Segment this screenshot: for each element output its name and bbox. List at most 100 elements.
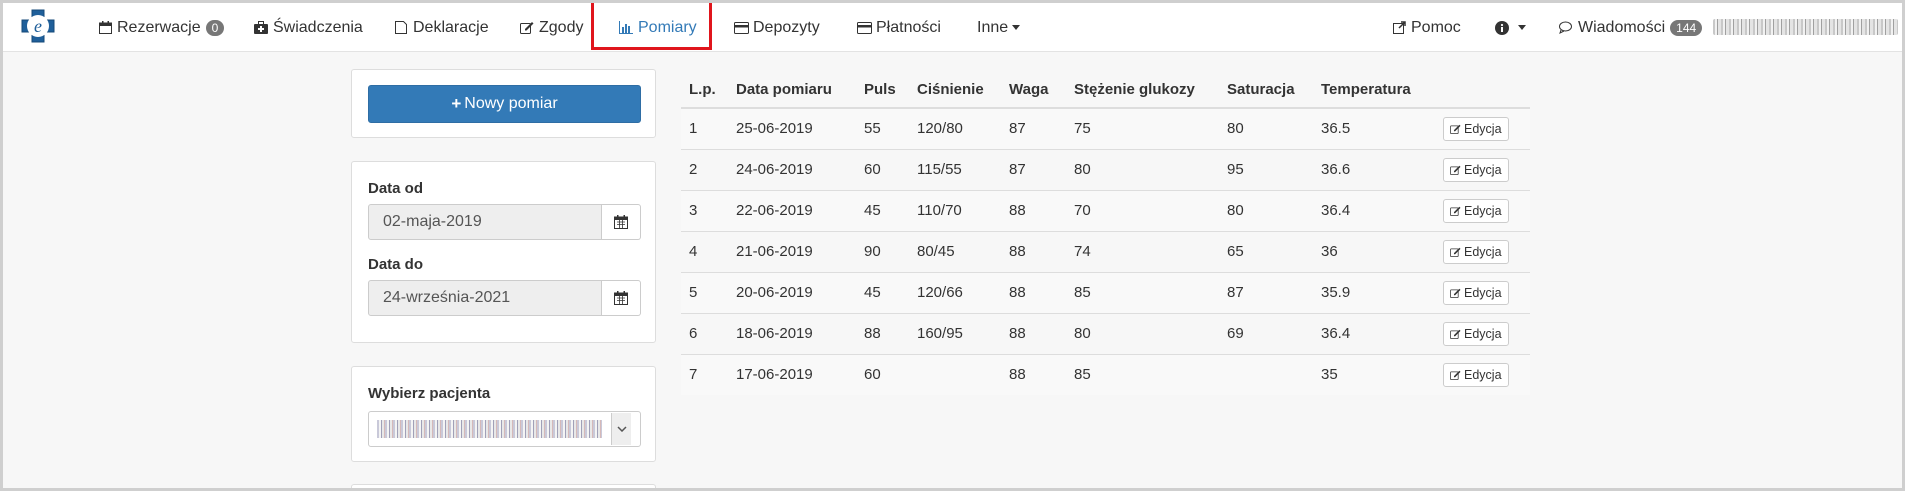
- edit-button-label: Edycja: [1464, 162, 1502, 177]
- edit-button[interactable]: Edycja: [1443, 157, 1509, 182]
- nav-platnosci[interactable]: Płatności: [856, 3, 941, 52]
- table-cell: 36.6: [1313, 148, 1435, 190]
- table-cell-actions: Edycja: [1435, 230, 1530, 272]
- table-cell: 80: [1066, 148, 1219, 190]
- edit-button[interactable]: Edycja: [1443, 280, 1509, 305]
- credit-card-icon: [856, 20, 872, 36]
- edit-icon: [1450, 206, 1461, 216]
- comments-icon: [1558, 20, 1574, 36]
- table-row: 7 17-06-2019 60 88 85 35 Edycja: [681, 353, 1530, 395]
- column-header: Puls: [856, 71, 909, 109]
- edit-button[interactable]: Edycja: [1443, 321, 1509, 346]
- date-to-calendar-button[interactable]: [602, 280, 641, 316]
- app-logo-icon[interactable]: e: [18, 8, 58, 48]
- table-cell: 65: [1219, 230, 1313, 272]
- column-header: [1435, 71, 1530, 109]
- table-cell: 90: [856, 230, 909, 272]
- nav-depozyty-label: Depozyty: [753, 18, 820, 36]
- reservations-count-badge: 0: [205, 19, 225, 36]
- external-link-icon: [1391, 20, 1407, 36]
- table-cell: 120/66: [909, 271, 1001, 313]
- table-cell: 88: [1001, 353, 1066, 395]
- nav-info-dropdown[interactable]: [1494, 3, 1526, 52]
- user-name-redacted[interactable]: [1713, 19, 1898, 35]
- table-cell: 35: [1313, 353, 1435, 395]
- table-cell: 22-06-2019: [728, 189, 856, 231]
- nav-zgody[interactable]: Zgody: [519, 3, 583, 52]
- table-cell: 45: [856, 271, 909, 313]
- table-cell: 69: [1219, 312, 1313, 354]
- calendar-icon: [614, 215, 628, 229]
- table-cell: 80: [1219, 107, 1313, 149]
- table-cell-actions: Edycja: [1435, 353, 1530, 395]
- edit-icon: [1450, 370, 1461, 380]
- caret-down-icon: [1518, 25, 1526, 30]
- column-header: Temperatura: [1313, 71, 1435, 109]
- top-navbar: e Rezerwacje 0 Świadczenia Deklaracje Zg…: [3, 3, 1902, 52]
- edit-button-label: Edycja: [1464, 121, 1502, 136]
- edit-icon: [1450, 288, 1461, 298]
- edit-button-label: Edycja: [1464, 367, 1502, 382]
- edit-button[interactable]: Edycja: [1443, 239, 1509, 264]
- new-measurement-label: Nowy pomiar: [464, 95, 558, 112]
- nav-swiadczenia-label: Świadczenia: [273, 18, 363, 36]
- table-row: 1 25-06-2019 55 120/80 87 75 80 36.5 Edycja: [681, 107, 1530, 149]
- table-cell: 70: [1066, 189, 1219, 231]
- caret-down-icon: [1012, 25, 1021, 30]
- table-cell: 21-06-2019: [728, 230, 856, 272]
- edit-icon: [519, 20, 535, 36]
- table-cell: [1219, 353, 1313, 395]
- column-header: Data pomiaru: [728, 71, 856, 109]
- patient-select-panel: Wybierz pacjenta: [351, 366, 656, 462]
- date-range-panel: Data od 02-maja-2019 Data do 24-września…: [351, 161, 656, 343]
- nav-inne-dropdown[interactable]: Inne: [977, 3, 1021, 52]
- nav-platnosci-label: Płatności: [876, 18, 941, 36]
- edit-button[interactable]: Edycja: [1443, 198, 1509, 223]
- table-row: 2 24-06-2019 60 115/55 87 80 95 36.6 Edycja: [681, 148, 1530, 190]
- column-header: Waga: [1001, 71, 1066, 109]
- table-cell: 60: [856, 353, 909, 395]
- table-row: 5 20-06-2019 45 120/66 88 85 87 35.9 Edycja: [681, 271, 1530, 313]
- table-cell: 3: [681, 189, 728, 231]
- patient-select-label: Wybierz pacjenta: [368, 385, 491, 402]
- table-cell: 36.5: [1313, 107, 1435, 149]
- info-icon: [1494, 20, 1510, 36]
- edit-icon: [1450, 165, 1461, 175]
- new-measurement-button[interactable]: + Nowy pomiar: [368, 85, 641, 123]
- table-cell: 7: [681, 353, 728, 395]
- date-to-label: Data do: [368, 256, 424, 273]
- table-cell: 160/95: [909, 312, 1001, 354]
- table-cell: 5: [681, 271, 728, 313]
- column-header: L.p.: [681, 71, 728, 109]
- table-cell-actions: Edycja: [1435, 107, 1530, 149]
- nav-rezerwacje[interactable]: Rezerwacje 0: [97, 3, 225, 52]
- nav-pomoc[interactable]: Pomoc: [1391, 3, 1461, 52]
- plus-icon: +: [451, 94, 462, 113]
- table-cell: 2: [681, 148, 728, 190]
- table-cell: 88: [1001, 312, 1066, 354]
- table-cell: 95: [1219, 148, 1313, 190]
- date-from-calendar-button[interactable]: [602, 204, 641, 240]
- nav-inne-label: Inne: [977, 18, 1009, 36]
- table-cell: 115/55: [909, 148, 1001, 190]
- document-icon: [393, 20, 409, 36]
- table-cell: 24-06-2019: [728, 148, 856, 190]
- patient-select[interactable]: [368, 411, 641, 447]
- edit-button[interactable]: Edycja: [1443, 362, 1509, 387]
- nav-depozyty[interactable]: Depozyty: [733, 3, 820, 52]
- nav-deklaracje[interactable]: Deklaracje: [393, 3, 489, 52]
- table-cell: 1: [681, 107, 728, 149]
- nav-rezerwacje-label: Rezerwacje: [117, 18, 201, 36]
- table-cell: 87: [1219, 271, 1313, 313]
- edit-button[interactable]: Edycja: [1443, 116, 1509, 141]
- table-cell: 36.4: [1313, 189, 1435, 231]
- date-from-input[interactable]: 02-maja-2019: [368, 204, 602, 240]
- nav-wiadomosci[interactable]: Wiadomości 144: [1558, 3, 1703, 52]
- edit-icon: [1450, 247, 1461, 257]
- date-to-input[interactable]: 24-września-2021: [368, 280, 602, 316]
- table-cell: 80: [1066, 312, 1219, 354]
- column-header: Saturacja: [1219, 71, 1313, 109]
- date-from-group: 02-maja-2019: [368, 204, 641, 240]
- chevron-down-icon[interactable]: [611, 413, 631, 445]
- nav-swiadczenia[interactable]: Świadczenia: [253, 3, 363, 52]
